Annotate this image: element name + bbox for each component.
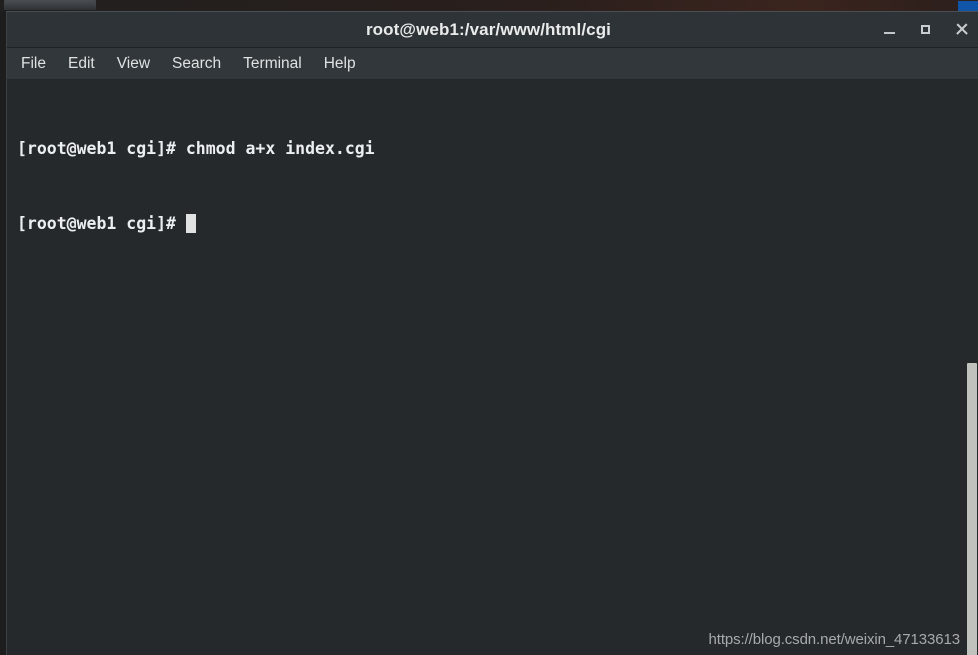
terminal-lines: [root@web1 cgi]# chmod a+x index.cgi [ro… bbox=[7, 86, 978, 286]
watermark-url: https://blog.csdn.net/weixin_47133613 bbox=[708, 631, 961, 648]
window-title: root@web1:/var/www/html/cgi bbox=[365, 19, 612, 39]
terminal-window: root@web1:/var/www/html/cgi File Edit Vi… bbox=[6, 11, 978, 655]
taskbar-window-button[interactable] bbox=[4, 0, 96, 10]
menu-item-file[interactable]: File bbox=[21, 55, 46, 73]
menu-item-edit[interactable]: Edit bbox=[68, 55, 95, 73]
window-controls bbox=[878, 12, 972, 47]
terminal-scrollbar-thumb[interactable] bbox=[967, 363, 977, 655]
terminal-scrollbar[interactable] bbox=[966, 80, 978, 655]
window-titlebar[interactable]: root@web1:/var/www/html/cgi bbox=[7, 12, 978, 48]
terminal-line: [root@web1 cgi]# chmod a+x index.cgi bbox=[17, 136, 978, 161]
desktop-background: root@web1:/var/www/html/cgi File Edit Vi… bbox=[0, 0, 978, 655]
close-button[interactable] bbox=[950, 19, 972, 41]
menu-item-view[interactable]: View bbox=[117, 55, 150, 73]
minimize-button[interactable] bbox=[878, 19, 900, 41]
close-icon bbox=[955, 23, 968, 36]
terminal-line-text: [root@web1 cgi]# chmod a+x index.cgi bbox=[17, 139, 375, 158]
terminal-prompt-text: [root@web1 cgi]# bbox=[17, 214, 186, 233]
desktop-taskbar[interactable] bbox=[0, 0, 978, 11]
menu-item-help[interactable]: Help bbox=[324, 55, 356, 73]
menu-item-search[interactable]: Search bbox=[172, 55, 221, 73]
minimize-icon bbox=[883, 31, 895, 34]
terminal-cursor bbox=[185, 214, 196, 233]
taskbar-blue-indicator[interactable] bbox=[958, 1, 978, 11]
menu-item-terminal[interactable]: Terminal bbox=[243, 55, 302, 73]
maximize-button[interactable] bbox=[914, 19, 936, 41]
terminal-output-area[interactable]: [root@web1 cgi]# chmod a+x index.cgi [ro… bbox=[7, 80, 978, 655]
terminal-line: [root@web1 cgi]# bbox=[17, 211, 978, 236]
menubar: File Edit View Search Terminal Help bbox=[7, 48, 978, 80]
maximize-icon bbox=[920, 25, 930, 34]
